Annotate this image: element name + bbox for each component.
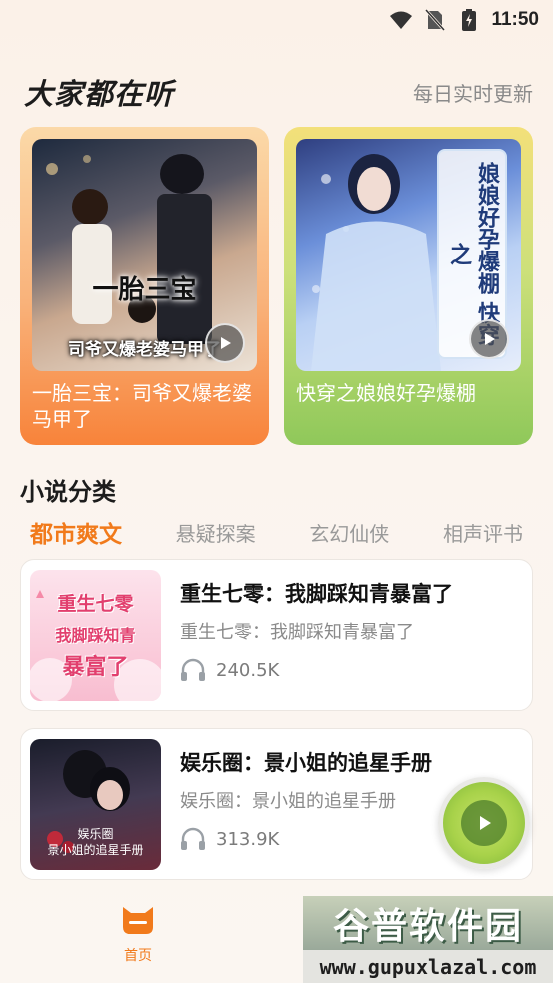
book-list-item[interactable]: 重生七零 我脚踩知青 暴富了 重生七零：我脚踩知青暴富了 重生七零：我脚踩知青暴… — [20, 559, 533, 711]
featured-card[interactable]: 一胎三宝 司爷又爆老婆马甲了 一胎三宝：司爷又爆老婆马甲了 — [20, 127, 269, 445]
play-icon — [485, 333, 495, 345]
nav-home[interactable]: 首页 — [113, 903, 163, 973]
site-watermark: 谷普软件园 www.gupuxlazal.com — [303, 896, 553, 983]
floating-player-button[interactable] — [438, 777, 530, 869]
book-description: 重生七零：我脚踩知青暴富了 — [180, 622, 414, 643]
featured-list: 一胎三宝 司爷又爆老婆马甲了 一胎三宝：司爷又爆老婆马甲了 娘娘好孕爆棚 快穿之… — [20, 127, 533, 445]
section-title: 大家都在听 — [24, 77, 175, 111]
book-title: 重生七零：我脚踩知青暴富了 — [180, 582, 453, 606]
watermark-url: www.gupuxlazal.com — [303, 950, 553, 983]
book-title: 娱乐圈：景小姐的追星手册 — [180, 751, 432, 775]
wifi-icon — [389, 8, 413, 32]
no-sim-icon — [423, 8, 447, 32]
play-icon — [461, 800, 507, 846]
book-cover-image: 一胎三宝 司爷又爆老婆马甲了 — [32, 139, 257, 371]
featured-card[interactable]: 娘娘好孕爆棚 快穿之 快穿之娘娘好孕爆棚 — [284, 127, 533, 445]
category-tabs: 都市爽文 悬疑探案 玄幻仙侠 相声评书 — [20, 514, 533, 550]
tab-crosstalk[interactable]: 相声评书 — [433, 518, 533, 547]
featured-title: 快穿之娘娘好孕爆棚 — [296, 381, 476, 405]
cover-caption: 娱乐圈 景小姐的追星手册 — [36, 826, 155, 858]
book-cover-image: 重生七零 我脚踩知青 暴富了 — [30, 570, 161, 701]
tab-mystery[interactable]: 悬疑探案 — [166, 518, 266, 547]
cover-line: 我脚踩知青 — [55, 626, 136, 645]
play-button[interactable] — [469, 319, 509, 359]
play-stats: 240.5K — [180, 658, 279, 682]
cover-caption: 一胎三宝 — [92, 275, 197, 305]
section-subtitle: 每日实时更新 — [413, 81, 533, 106]
home-cat-icon — [123, 907, 153, 934]
play-count: 313.9K — [216, 828, 280, 850]
featured-title: 一胎三宝：司爷又爆老婆马甲了 — [32, 381, 252, 431]
cover-line: 娱乐圈 — [77, 827, 114, 841]
play-stats: 313.9K — [180, 827, 279, 851]
cover-line: 重生七零 — [57, 593, 134, 615]
book-description: 娱乐圈：景小姐的追星手册 — [180, 791, 396, 812]
cover-line: 暴富了 — [62, 655, 129, 680]
nav-home-label: 首页 — [124, 948, 152, 964]
tab-urban[interactable]: 都市爽文 — [20, 515, 132, 549]
cover-caption: 重生七零 我脚踩知青 暴富了 — [40, 588, 151, 684]
status-bar: 11:50 — [0, 0, 553, 40]
clock: 11:50 — [491, 9, 539, 30]
play-button[interactable] — [205, 323, 245, 363]
tab-fantasy[interactable]: 玄幻仙侠 — [299, 518, 399, 547]
battery-charging-icon — [457, 8, 481, 32]
headphones-icon — [181, 827, 205, 850]
popular-section-header: 大家都在听 每日实时更新 — [24, 72, 533, 112]
cover-line: 景小姐的追星手册 — [47, 843, 144, 857]
play-icon — [221, 337, 231, 349]
category-title: 小说分类 — [20, 478, 116, 506]
play-count: 240.5K — [216, 659, 280, 681]
watermark-brand: 谷普软件园 — [303, 896, 553, 950]
book-cover-image: 娘娘好孕爆棚 快穿之 — [296, 139, 521, 371]
book-cover-image: 娱乐圈 景小姐的追星手册 — [30, 739, 161, 870]
headphones-icon — [181, 658, 205, 681]
